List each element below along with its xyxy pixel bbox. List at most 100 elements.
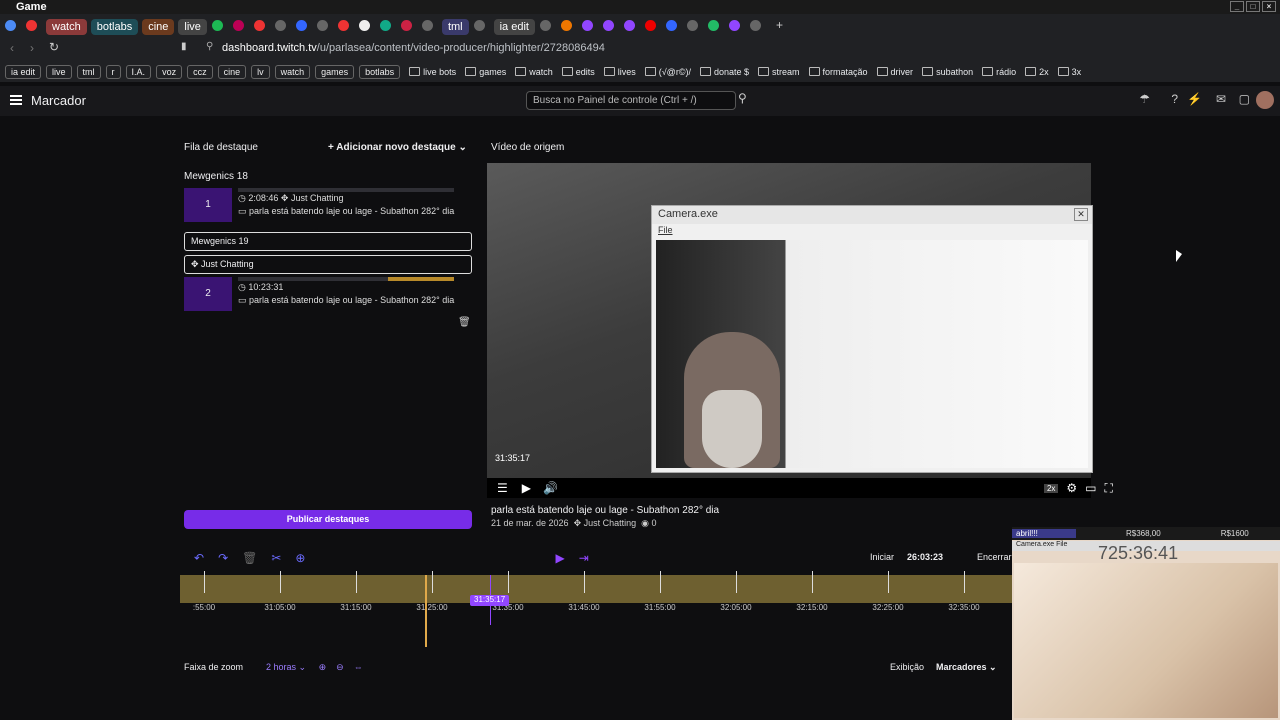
volume-icon[interactable]: 🔊 <box>543 481 558 495</box>
bookmark-chip[interactable]: cine <box>217 65 247 79</box>
search-icon[interactable]: ⚲ <box>738 91 754 110</box>
bookmark-folder[interactable]: rádio <box>982 67 1016 77</box>
tab-icon[interactable] <box>253 19 265 31</box>
site-info-icon[interactable]: ⚲ <box>206 41 213 52</box>
tab-icon[interactable] <box>728 19 740 31</box>
tab-cine[interactable]: cine <box>142 18 175 35</box>
search-input[interactable]: Busca no Painel de controle (Ctrl + /) <box>526 91 736 110</box>
playhead[interactable] <box>425 575 427 647</box>
bookmark-folder[interactable]: 3x <box>1058 67 1082 77</box>
theater-icon[interactable]: ▭ <box>1085 481 1096 495</box>
close-icon[interactable]: ✕ <box>1074 208 1088 221</box>
close-icon[interactable]: × <box>1262 1 1276 12</box>
tab-icon[interactable] <box>421 19 433 31</box>
tab-icon[interactable] <box>358 19 370 31</box>
bookmark-folder[interactable]: live bots <box>409 67 456 77</box>
maximize-icon[interactable]: □ <box>1246 1 1260 12</box>
fullscreen-icon[interactable]: ⛶ <box>1105 481 1113 496</box>
clip-item[interactable]: 2 ◷ 10:23:31 ▭ parla está batendo laje o… <box>184 277 472 311</box>
browser-icon[interactable] <box>5 19 16 31</box>
bookmark-chip[interactable]: voz <box>156 65 183 79</box>
trash-icon[interactable]: 🗑 <box>458 317 471 328</box>
tab-icon[interactable] <box>644 19 656 31</box>
bookmark-folder[interactable]: driver <box>877 67 914 77</box>
category-field[interactable]: ✥ Just Chatting <box>184 255 472 274</box>
tab-icon[interactable] <box>232 19 244 31</box>
bookmark-chip[interactable]: live <box>46 65 72 79</box>
zoom-in-icon[interactable]: ⊕ <box>319 662 327 672</box>
bookmark-chip[interactable]: watch <box>274 65 311 79</box>
delete-icon[interactable]: 🗑 <box>242 551 257 565</box>
cut-icon[interactable]: ✂ <box>271 551 281 565</box>
bookmark-folder[interactable]: subathon <box>922 67 973 77</box>
redo-icon[interactable]: ↷ <box>218 551 228 565</box>
zoom-out-icon[interactable]: ⊖ <box>336 662 344 672</box>
publish-button[interactable]: Publicar destaques <box>184 510 472 529</box>
back-icon[interactable]: ‹ <box>10 41 14 55</box>
clip-item[interactable]: 1 ◷ 2:08:46 ✥ Just Chatting ▭ parla está… <box>184 188 472 222</box>
whisper-icon[interactable]: ▢ <box>1239 92 1250 106</box>
bookmark-folder[interactable]: 2x <box>1025 67 1049 77</box>
bookmark-chip[interactable]: r <box>105 65 121 79</box>
signal-icon[interactable]: ⚡ <box>1187 92 1202 106</box>
bookmark-folder[interactable]: (√@r©)/ <box>645 67 691 77</box>
chapters-icon[interactable]: ☰ <box>497 481 508 495</box>
tab-icon[interactable] <box>211 19 223 31</box>
tab-icon[interactable] <box>295 19 307 31</box>
tab-icon[interactable] <box>602 19 614 31</box>
bookmark-folder[interactable]: formatação <box>809 67 868 77</box>
bookmark-folder[interactable]: stream <box>758 67 800 77</box>
bookmark-chip[interactable]: I.A. <box>125 65 152 79</box>
bookmark-folder[interactable]: watch <box>515 67 553 77</box>
tab-icon[interactable] <box>400 19 412 31</box>
bookmark-chip[interactable]: lv <box>251 65 270 79</box>
bookmark-icon[interactable]: ▮ <box>181 41 187 52</box>
zoom-select[interactable]: 2 horas ⌄ ⊕ ⊖ ⇔ <box>266 662 363 673</box>
tab-live[interactable]: live <box>178 18 207 35</box>
menu-icon[interactable] <box>10 95 22 105</box>
tab-icon[interactable] <box>316 19 328 31</box>
reload-icon[interactable]: ↻ <box>49 40 59 54</box>
avatar[interactable] <box>1256 91 1274 109</box>
tab-icon[interactable] <box>473 19 485 31</box>
speed-button[interactable]: 2x <box>1043 483 1059 493</box>
tab-icon[interactable] <box>707 19 719 31</box>
tab-ia-edit[interactable]: ia edit <box>493 18 535 35</box>
add-marker-icon[interactable]: ⊕ <box>295 551 305 565</box>
play-icon[interactable]: ▶ <box>555 551 564 565</box>
tab-icon[interactable] <box>581 19 593 31</box>
url-field[interactable]: dashboard.twitch.tv/u/parlasea/content/v… <box>222 42 605 54</box>
tab-watch[interactable]: watch <box>46 18 87 35</box>
bookmark-folder[interactable]: games <box>465 67 506 77</box>
bookmark-chip[interactable]: tml <box>76 65 101 79</box>
tab-icon[interactable] <box>686 19 698 31</box>
tab-icon[interactable] <box>337 19 349 31</box>
new-tab-icon[interactable]: + <box>776 18 783 32</box>
bookmark-folder[interactable]: lives <box>604 67 636 77</box>
inbox-icon[interactable]: ✉ <box>1216 92 1226 106</box>
tab-icon[interactable] <box>749 19 761 31</box>
forward-icon[interactable]: › <box>30 41 34 55</box>
notifications-icon[interactable]: ☂ <box>1139 92 1150 106</box>
fit-icon[interactable]: ⇔ <box>354 662 363 672</box>
tab-icon[interactable] <box>539 19 551 31</box>
file-menu[interactable]: File <box>658 225 673 235</box>
group-name-field[interactable]: Mewgenics 19 <box>184 232 472 251</box>
video-player[interactable]: Camera.exe ✕ File 31:35:17 ☰ ▶ 🔊 2x ⚙ ▭ … <box>487 163 1113 498</box>
tab-icon[interactable] <box>274 19 286 31</box>
undo-icon[interactable]: ↶ <box>194 551 204 565</box>
minimize-icon[interactable]: _ <box>1230 1 1244 12</box>
jump-end-icon[interactable]: ⇥ <box>579 551 589 565</box>
tab-icon[interactable] <box>560 19 572 31</box>
markers-select[interactable]: Marcadores ⌄ <box>936 662 997 673</box>
help-icon[interactable]: ? <box>1171 92 1178 106</box>
tab-botlabs[interactable]: botlabs <box>90 18 139 35</box>
bookmark-chip[interactable]: botlabs <box>359 65 401 79</box>
bookmark-chip[interactable]: ccz <box>187 65 213 79</box>
tab-icon[interactable] <box>623 19 635 31</box>
add-highlight-button[interactable]: + Adicionar novo destaque ⌄ <box>328 142 467 153</box>
tab-icon[interactable] <box>379 19 391 31</box>
play-icon[interactable]: ▶ <box>522 481 531 495</box>
bookmark-chip[interactable]: games <box>315 65 355 79</box>
settings-icon[interactable]: ⚙ <box>1066 481 1077 495</box>
